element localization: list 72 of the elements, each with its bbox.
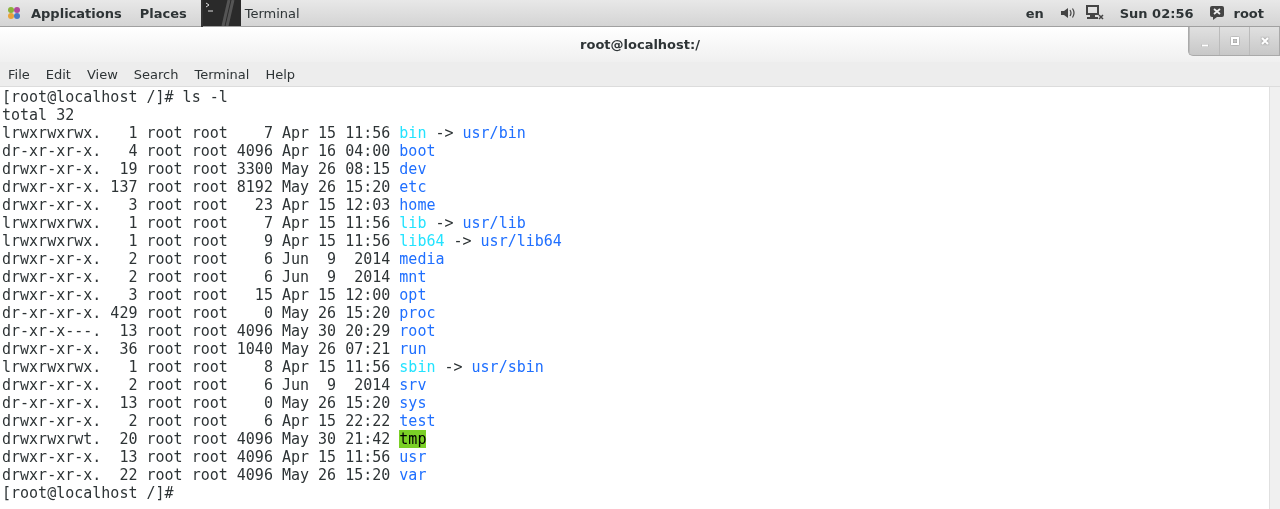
file-name: usr [399,448,427,466]
link-target: usr/bin [462,124,526,142]
link-target: usr/lib [462,214,526,232]
file-name: var [399,466,427,484]
file-name: tmp [399,430,427,448]
user-menu[interactable]: root [1233,5,1270,21]
menu-item[interactable]: Search [125,66,187,82]
file-details: dr-xr-x---. 13 root root 4096 May 30 20:29 [2,322,391,340]
link-target: usr/lib64 [480,232,562,250]
top-bar-menu[interactable]: Places [135,5,191,21]
file-name: root [399,322,436,340]
menu-item[interactable]: Terminal [186,66,258,82]
user-icon [1209,6,1224,20]
flower-icon [7,6,21,20]
menu-item[interactable]: Edit [37,66,79,82]
file-details: drwxr-xr-x. 2 root root 6 Apr 15 22:22 [2,412,391,430]
window-title: root@localhost:/ [580,37,700,52]
terminal-thumbnail-icon [202,0,241,26]
clock[interactable]: Sun 02:56 [1113,5,1200,21]
file-details: drwxr-xr-x. 3 root root 15 Apr 15 12:00 [2,286,391,304]
file-details: dr-xr-xr-x. 13 root root 0 May 26 15:20 [2,394,391,412]
file-details: drwxr-xr-x. 3 root root 23 Apr 15 12:03 [2,196,391,214]
terminal-line: [root@localhost /]# [2,484,174,502]
link-target: usr/sbin [471,358,544,376]
terminal-line: [root@localhost /]# ls -l [2,88,228,106]
file-name: sbin [399,358,436,376]
file-name: srv [399,376,427,394]
maximize-icon [1229,36,1240,46]
link-arrow: -> [444,358,463,376]
file-details: dr-xr-xr-x. 429 root root 0 May 26 15:20 [2,304,391,322]
menu-item[interactable]: View [78,66,126,82]
file-name: opt [399,286,427,304]
link-arrow: -> [435,124,454,142]
file-name: run [399,340,427,358]
close-icon [1259,36,1270,46]
file-details: lrwxrwxrwx. 1 root root 7 Apr 15 11:56 [2,124,391,142]
file-name: lib64 [399,232,445,250]
file-details: dr-xr-xr-x. 4 root root 4096 Apr 16 04:00 [2,142,391,160]
file-name: test [399,412,436,430]
file-name: mnt [399,268,427,286]
terminal-line: total 32 [2,106,75,124]
scrollbar[interactable] [1269,87,1280,509]
file-details: drwxr-xr-x. 2 root root 6 Jun 9 2014 [2,376,391,394]
file-details: lrwxrwxrwx. 1 root root 8 Apr 15 11:56 [2,358,391,376]
minimize-icon [1200,43,1209,47]
language-indicator[interactable]: en [1019,5,1050,21]
file-details: drwxr-xr-x. 22 root root 4096 May 26 15:20 [2,466,391,484]
file-details: drwxr-xr-x. 2 root root 6 Jun 9 2014 [2,268,391,286]
file-name: boot [399,142,436,160]
menu-item[interactable]: File [0,66,38,82]
file-name: home [399,196,436,214]
file-name: etc [399,178,427,196]
file-details: lrwxrwxrwx. 1 root root 7 Apr 15 11:56 [2,214,391,232]
volume-icon[interactable] [1059,6,1076,20]
top-bar-menu[interactable]: Applications [27,5,126,21]
menu-item[interactable]: Help [257,66,304,82]
file-name: sys [399,394,427,412]
network-icon[interactable] [1085,5,1104,21]
file-name: lib [399,214,427,232]
link-arrow: -> [453,232,472,250]
file-details: drwxr-xr-x. 36 root root 1040 May 26 07:21 [2,340,391,358]
link-arrow: -> [435,214,454,232]
file-details: drwxr-xr-x. 13 root root 4096 Apr 15 11:56 [2,448,391,466]
file-name: bin [399,124,427,142]
file-name: dev [399,160,427,178]
file-details: drwxr-xr-x. 19 root root 3300 May 26 08:15 [2,160,391,178]
file-name: proc [399,304,436,322]
file-details: drwxrwxrwt. 20 root root 4096 May 30 21:42 [2,430,391,448]
file-details: lrwxrwxrwx. 1 root root 9 Apr 15 11:56 [2,232,391,250]
file-details: drwxr-xr-x. 137 root root 8192 May 26 15:20 [2,178,391,196]
file-details: drwxr-xr-x. 2 root root 6 Jun 9 2014 [2,250,391,268]
file-name: media [399,250,445,268]
